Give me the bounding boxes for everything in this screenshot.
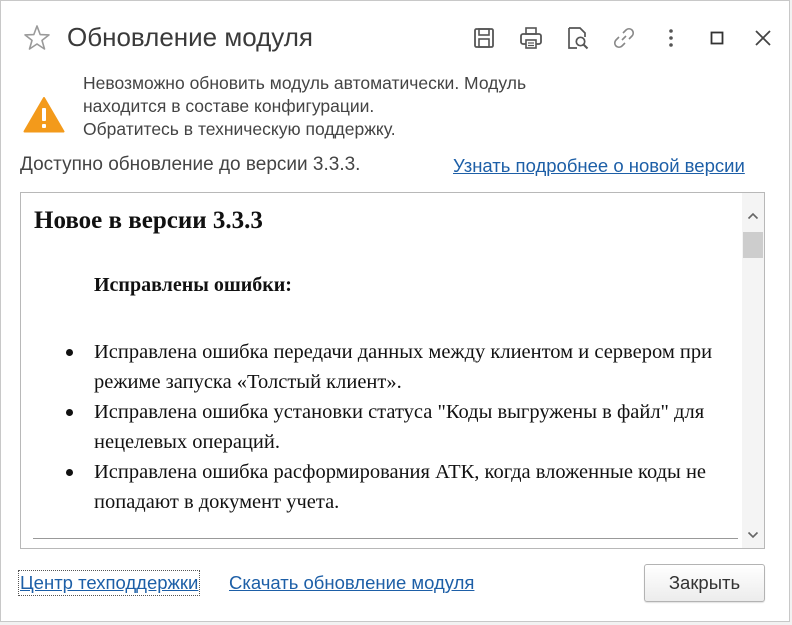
- maximize-icon[interactable]: [704, 25, 730, 51]
- release-notes-content: Новое в версии 3.3.3 Исправлены ошибки: …: [21, 193, 742, 548]
- more-icon[interactable]: [658, 25, 684, 51]
- dialog-title: Обновление модуля: [67, 22, 313, 52]
- scroll-down-arrow-icon[interactable]: [742, 524, 764, 546]
- scroll-up-arrow-icon[interactable]: [742, 205, 764, 227]
- link-icon[interactable]: [611, 25, 637, 51]
- warning-message: Невозможно обновить модуль автоматически…: [83, 72, 526, 141]
- learn-more-link[interactable]: Узнать подробнее о новой версии: [453, 155, 745, 177]
- close-button[interactable]: Закрыть: [644, 564, 765, 602]
- divider: [33, 538, 738, 539]
- download-update-link[interactable]: Скачать обновление модуля: [229, 572, 474, 594]
- scroll-thumb[interactable]: [743, 232, 763, 258]
- fixed-bugs-heading: Исправлены ошибки:: [94, 274, 292, 296]
- warning-line: находится в составе конфигурации.: [83, 96, 375, 116]
- release-notes-heading: Новое в версии 3.3.3: [34, 207, 263, 234]
- preview-icon[interactable]: [564, 25, 590, 51]
- list-item: Исправлена ошибка передачи данных между …: [65, 337, 725, 397]
- close-icon[interactable]: [750, 25, 776, 51]
- print-icon[interactable]: [518, 25, 544, 51]
- fixed-bugs-list: Исправлена ошибка передачи данных между …: [65, 337, 725, 517]
- vertical-scrollbar[interactable]: [742, 193, 764, 548]
- release-notes-panel[interactable]: Новое в версии 3.3.3 Исправлены ошибки: …: [20, 192, 765, 549]
- warning-icon: [23, 96, 65, 134]
- save-icon[interactable]: [471, 25, 497, 51]
- warning-line: Обратитесь в техническую поддержку.: [83, 119, 396, 139]
- list-item: Исправлена ошибка расформирования АТК, к…: [65, 457, 725, 517]
- star-icon[interactable]: [23, 24, 51, 52]
- support-center-link[interactable]: Центр техподдержки: [17, 570, 201, 596]
- list-item: Исправлена ошибка установки статуса "Код…: [65, 397, 725, 457]
- update-available-text: Доступно обновление до версии 3.3.3.: [20, 154, 361, 175]
- warning-line: Невозможно обновить модуль автоматически…: [83, 73, 527, 93]
- update-module-dialog: Обновление модуля Невозможно обновить мо…: [0, 0, 790, 622]
